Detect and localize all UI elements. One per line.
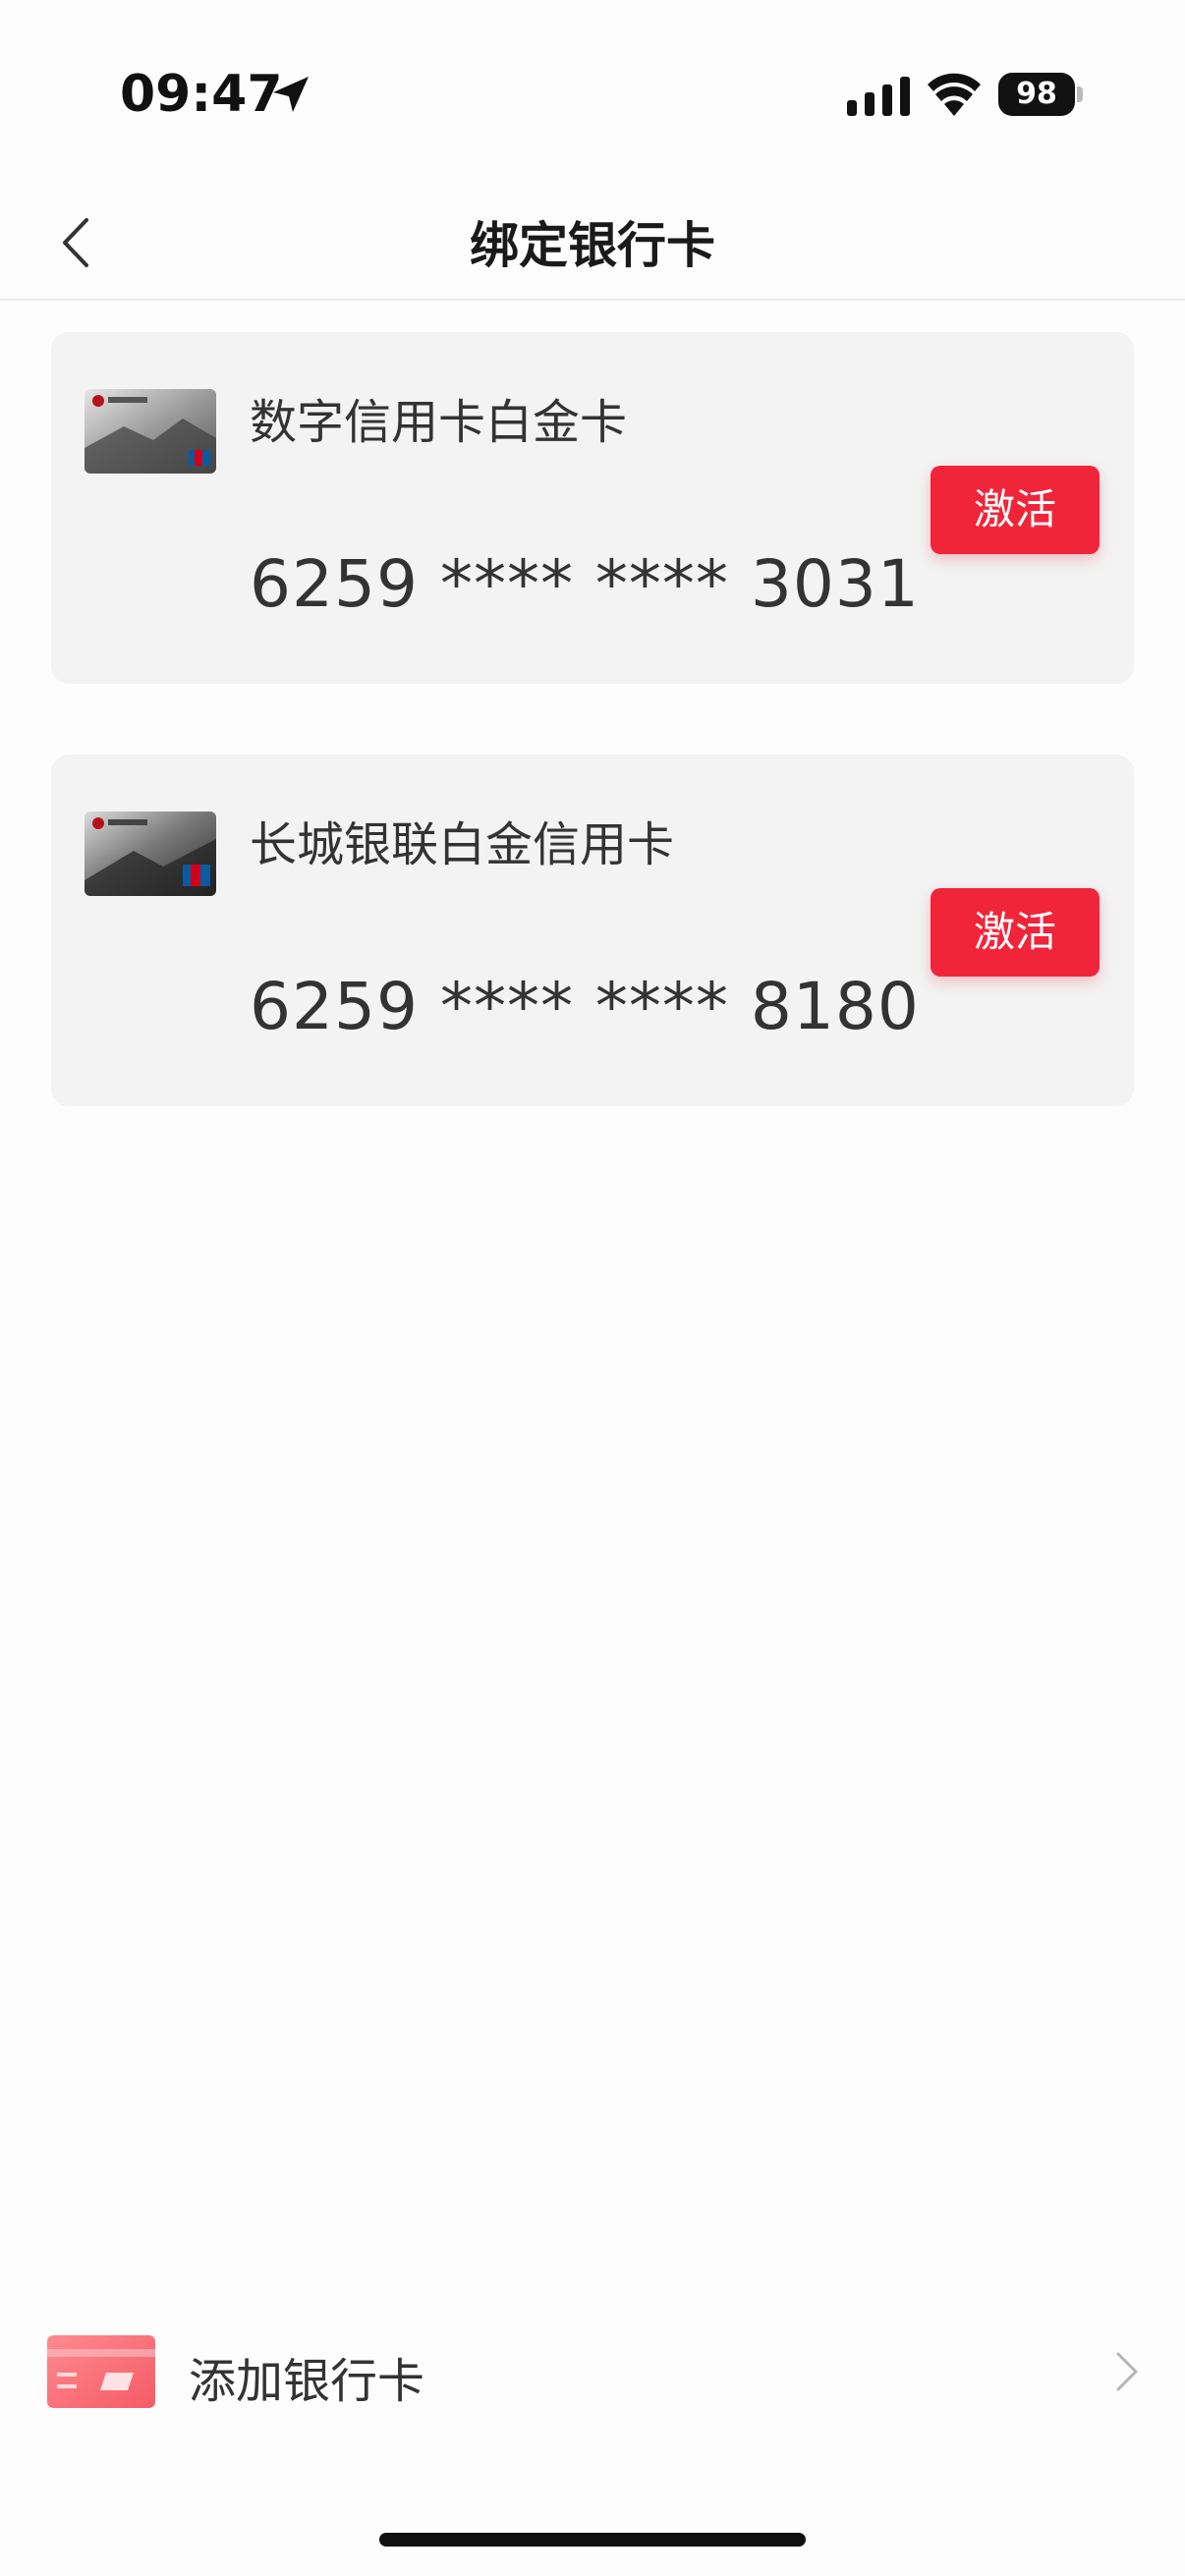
activate-button[interactable]: 激活 [931,888,1100,977]
location-arrow-icon [273,77,309,112]
battery-indicator: 98 [998,73,1077,116]
card-name: 数字信用卡白金卡 [250,395,628,450]
status-bar: 09:47 98 [0,0,1185,187]
bank-card-item[interactable]: 长城银联白金信用卡 6259 **** **** 8180 激活 [51,755,1134,1106]
home-indicator[interactable] [379,2533,806,2547]
cellular-signal-icon [847,77,910,116]
bank-card-icon [47,2335,155,2408]
battery-level: 98 [1016,77,1057,111]
battery-cap [1077,86,1083,102]
chevron-right-icon [1116,2352,1138,2391]
credit-card-thumbnail [85,389,216,474]
status-time: 09:47 [120,65,283,124]
bank-card-item[interactable]: 数字信用卡白金卡 6259 **** **** 3031 激活 [51,332,1134,684]
add-bank-card-row[interactable]: 添加银行卡 [0,2299,1185,2436]
nav-bar: 绑定银行卡 [0,187,1185,301]
card-number: 6259 **** **** 8180 [250,969,920,1044]
wifi-icon [928,73,981,116]
add-bank-card-label: 添加银行卡 [189,2354,425,2409]
card-number: 6259 **** **** 3031 [250,546,920,622]
page-title: 绑定银行卡 [470,217,715,274]
credit-card-thumbnail [85,812,216,896]
activate-button[interactable]: 激活 [931,466,1100,554]
card-name: 长城银联白金信用卡 [250,817,675,872]
